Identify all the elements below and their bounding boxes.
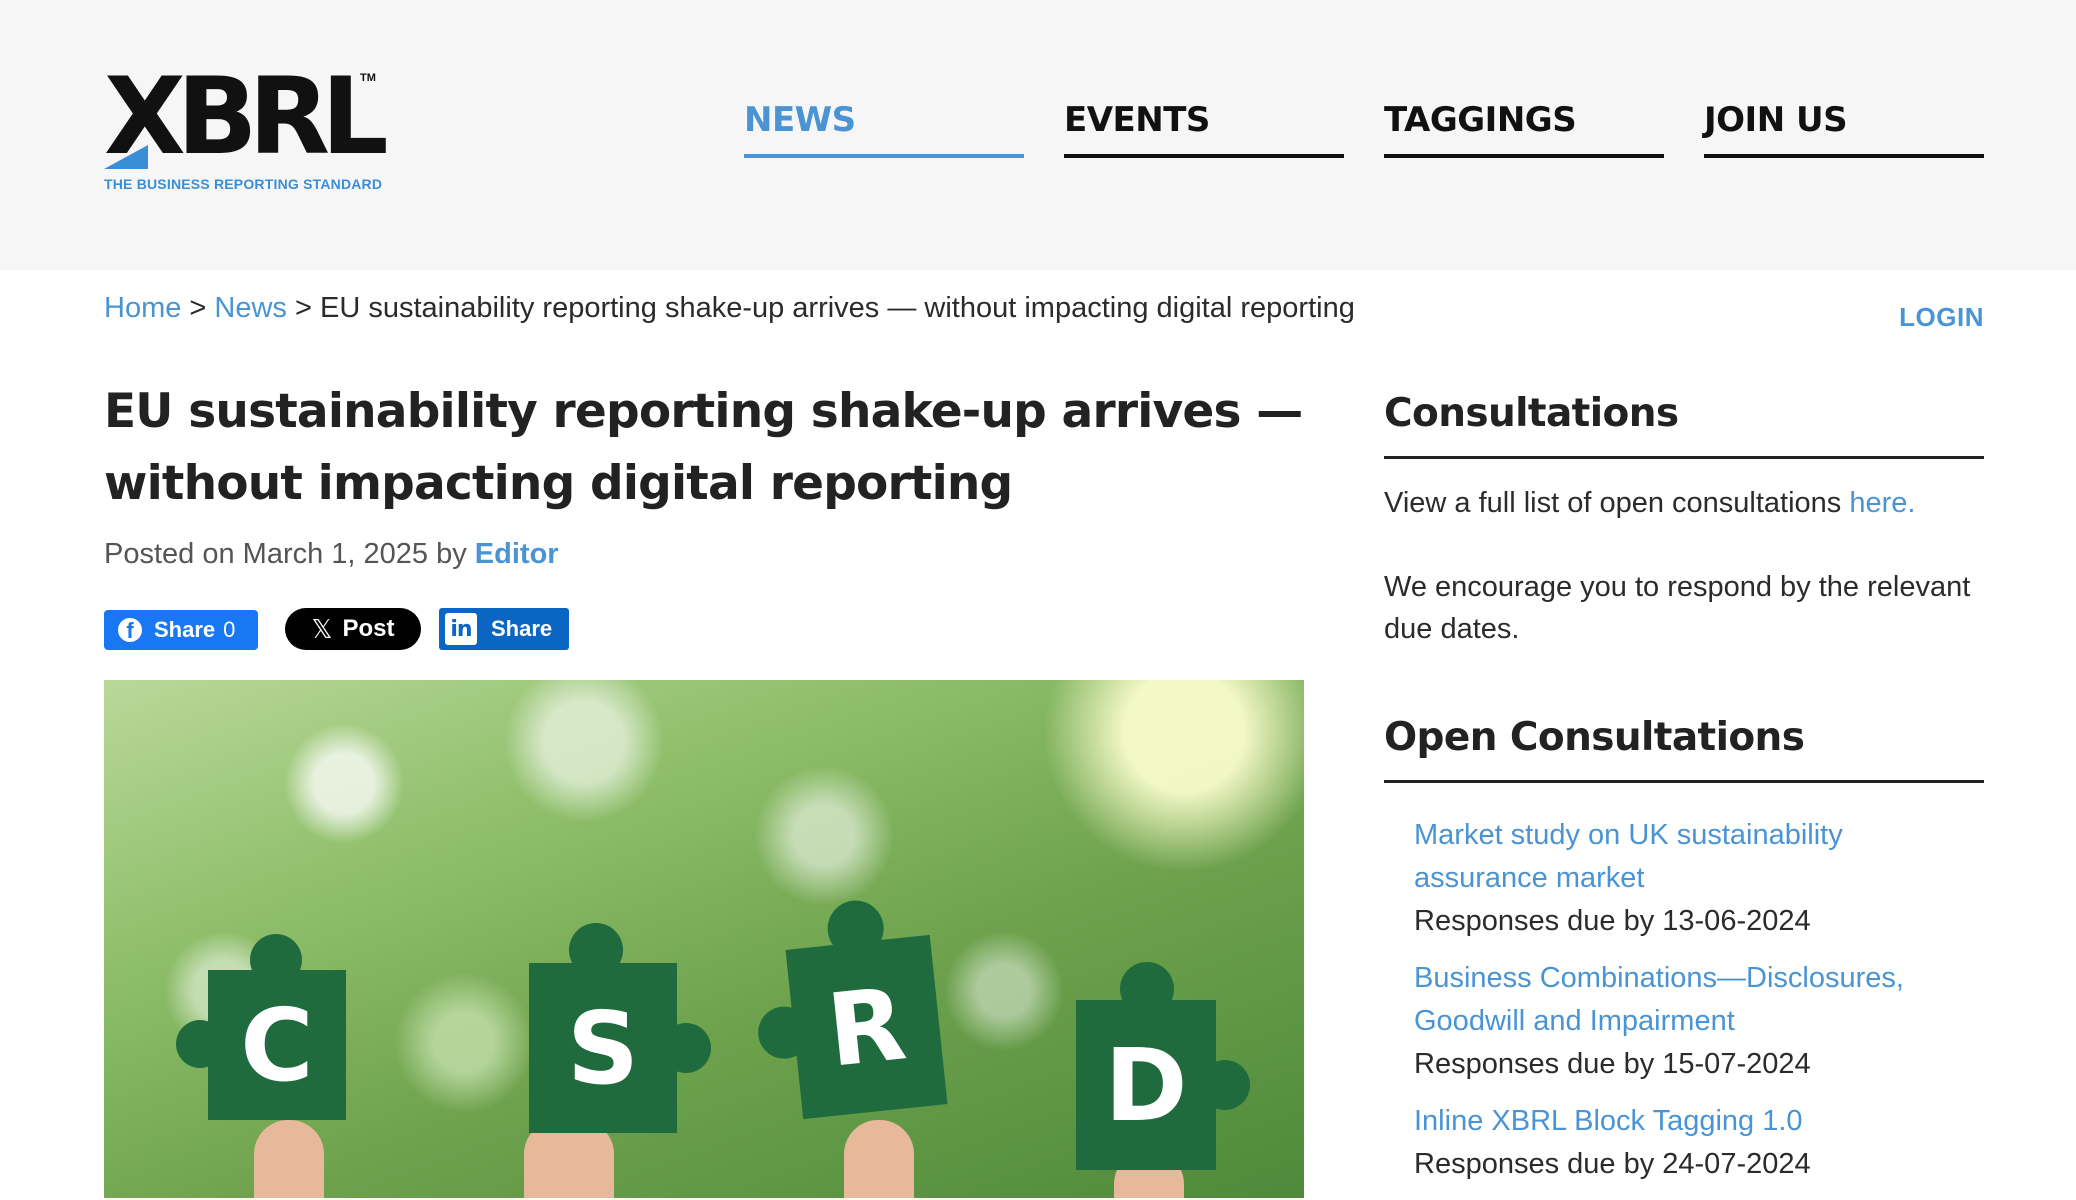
site-header: XBRL TM THE BUSINESS REPORTING STANDARD … [0,0,2076,270]
logo-trademark: TM [360,72,376,84]
consultation-due-date: Responses due by 13-06-2024 [1414,905,1811,937]
open-consultations-heading: Open Consultations [1384,714,1984,783]
puzzle-piece-s: S [529,923,711,1133]
consultation-link[interactable]: Market study on UK sustainability assura… [1414,814,1984,900]
breadcrumb: Home > News > EU sustainability reportin… [104,292,1355,325]
consultation-link[interactable]: Business Combinations—Disclosures, Goodw… [1414,957,1984,1043]
linkedin-icon: in [445,613,477,645]
breadcrumb-news[interactable]: News [214,292,287,324]
breadcrumb-separator: > [189,292,207,324]
linkedin-share-button[interactable]: in Share [439,608,569,650]
list-item: Business Combinations—Disclosures, Goodw… [1414,957,1984,1086]
nav-events[interactable]: EVENTS [1064,96,1344,158]
facebook-share-button[interactable]: f Share 0 [104,610,258,650]
consultations-description: View a full list of open consultations [1384,487,1842,519]
puzzle-piece-c: C [176,934,346,1120]
facebook-icon: f [118,618,142,642]
article-title: EU sustainability reporting shake-up arr… [104,384,1303,511]
logo-wordmark: XBRL [104,55,389,178]
consultations-text: View a full list of open consultations h… [1384,482,1984,524]
consultation-due-date: Responses due by 24-07-2024 [1414,1148,1811,1180]
main-nav: NEWS EVENTS TAGGINGS JOIN US [744,96,1984,158]
login-link[interactable]: LOGIN [1899,302,1984,333]
x-icon: 𝕏 [311,613,333,644]
posted-date: Posted on March 1, 2025 by [104,538,467,570]
open-consultations-list: Market study on UK sustainability assura… [1414,814,1984,1200]
facebook-share-label: Share [154,617,216,642]
logo-tagline: THE BUSINESS REPORTING STANDARD [104,176,383,192]
post-meta: Posted on March 1, 2025 by Editor [104,538,559,571]
nav-news[interactable]: NEWS [744,96,1024,158]
consultations-heading: Consultations [1384,390,1984,459]
list-item: Market study on UK sustainability assura… [1414,814,1984,943]
nav-taggings[interactable]: TAGGINGS [1384,96,1664,158]
linkedin-share-label: Share [491,616,553,641]
puzzle-piece-r: R [785,934,948,1120]
breadcrumb-home[interactable]: Home [104,292,181,324]
x-post-label: Post [342,615,395,642]
author-link[interactable]: Editor [475,538,559,570]
consultation-link[interactable]: Inline XBRL Block Tagging 1.0 [1414,1100,1984,1143]
article-hero-image: C S R D [104,680,1304,1198]
encourage-text: We encourage you to respond by the relev… [1384,571,1971,645]
xbrl-logo[interactable]: XBRL TM THE BUSINESS REPORTING STANDARD [104,64,394,200]
nav-join-us[interactable]: JOIN US [1704,96,1984,158]
x-post-button[interactable]: 𝕏 Post [285,608,421,650]
consultations-here-link[interactable]: here. [1849,487,1915,519]
hand-shape [254,1120,324,1198]
consultation-due-date: Responses due by 15-07-2024 [1414,1048,1811,1080]
hand-shape [844,1120,914,1198]
breadcrumb-current: EU sustainability reporting shake-up arr… [320,292,1355,324]
facebook-share-count: 0 [223,617,236,642]
puzzle-piece-d: D [1076,962,1250,1170]
list-item: Inline XBRL Block Tagging 1.0 Responses … [1414,1100,1984,1186]
breadcrumb-separator: > [295,292,312,324]
